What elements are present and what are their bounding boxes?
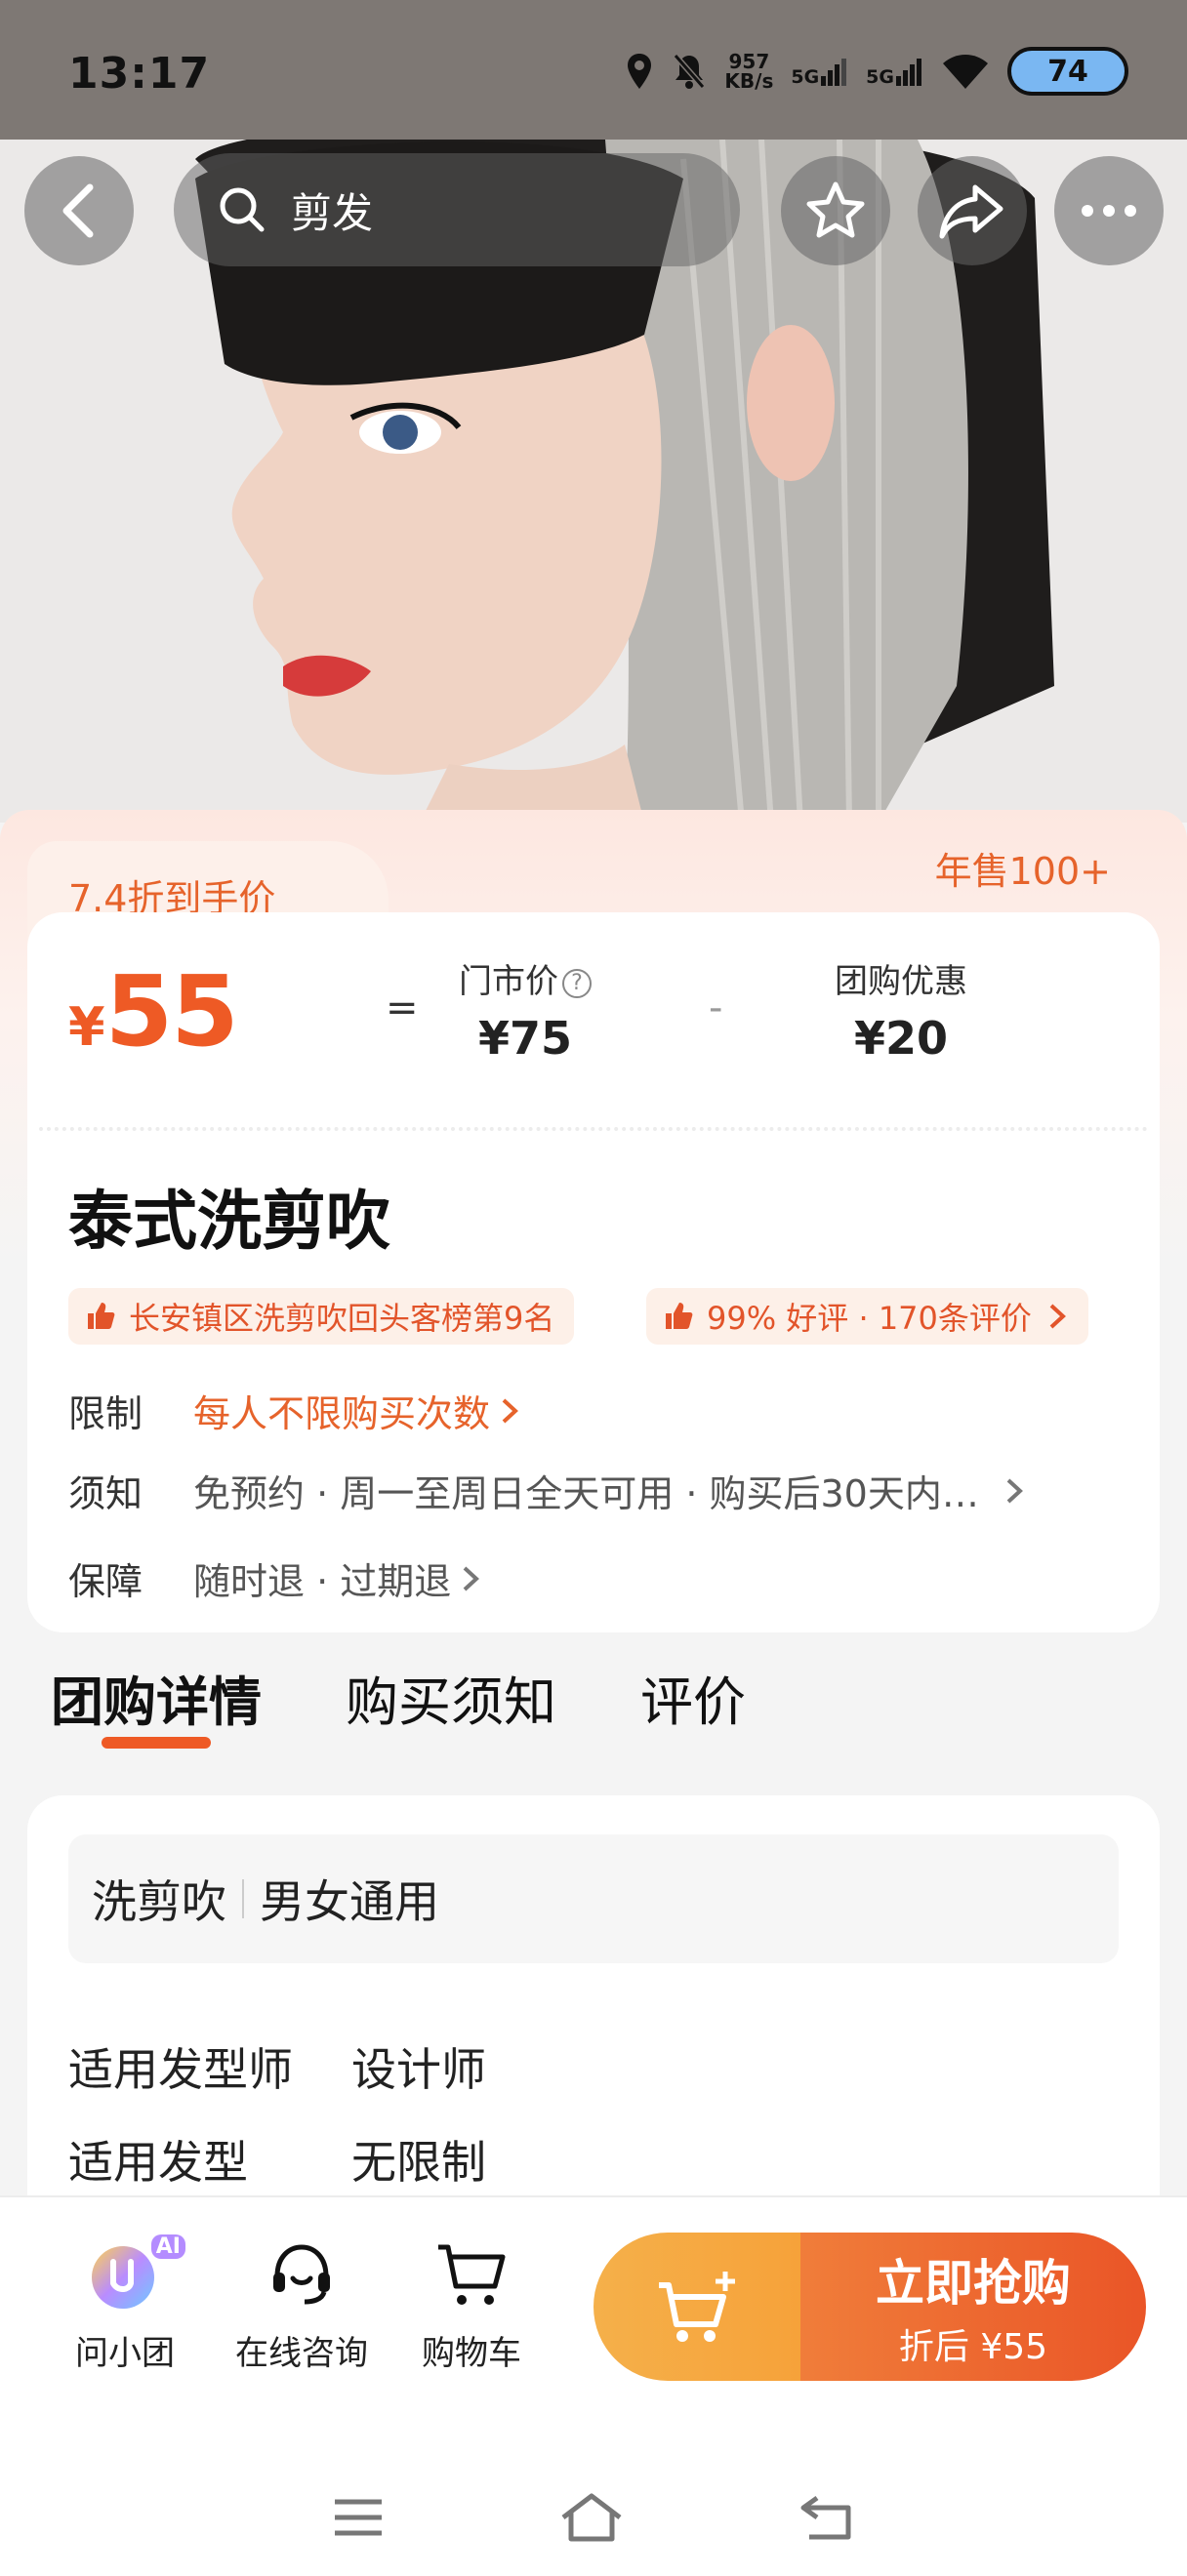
favorite-button[interactable] — [781, 156, 890, 265]
consult-label: 在线咨询 — [235, 2334, 368, 2373]
dotted-divider — [39, 1127, 1148, 1131]
minus-sign: - — [709, 986, 723, 1030]
equals-sign: = — [386, 986, 419, 1030]
headset-icon — [273, 2244, 330, 2305]
tab-purchase-notice[interactable]: 购买须知 — [346, 1659, 556, 1736]
chevron-left-icon — [62, 183, 94, 238]
tab-reviews[interactable]: 评价 — [640, 1659, 746, 1736]
search-bar[interactable]: 剪发 — [174, 153, 740, 266]
thumbs-up-icon — [88, 1303, 115, 1329]
active-tab-indicator — [102, 1737, 211, 1749]
buy-label: 立即抢购 — [876, 2255, 1071, 2312]
notice-row[interactable]: 须知 免预约 · 周一至周日全天可用 · 购买后30天内… — [68, 1464, 1026, 1517]
search-query: 剪发 — [291, 188, 374, 237]
menu-icon[interactable] — [331, 2496, 386, 2539]
add-to-cart-button[interactable] — [594, 2233, 800, 2381]
buy-now-button[interactable]: 立即抢购 折后 ¥55 — [594, 2233, 1146, 2381]
star-icon — [806, 181, 865, 238]
more-dots-icon — [1082, 205, 1136, 217]
search-icon — [220, 187, 265, 232]
thumbs-up-icon — [666, 1303, 693, 1329]
consult-button[interactable]: 在线咨询 — [230, 2234, 373, 2374]
purchase-button[interactable]: 立即抢购 折后 ¥55 — [800, 2233, 1146, 2381]
chevron-right-icon — [1049, 1304, 1066, 1329]
annual-sales: 年售100+ — [934, 850, 1111, 893]
buy-sub-label: 折后 ¥55 — [898, 2327, 1048, 2367]
chevron-right-icon — [1006, 1478, 1023, 1503]
service-gender: 男女通用 — [260, 1875, 439, 1928]
chevron-right-icon — [502, 1398, 518, 1423]
market-price: 门市价? ¥75 — [459, 954, 592, 1065]
back-nav-icon[interactable] — [798, 2492, 856, 2543]
shopping-cart-icon — [438, 2244, 506, 2305]
group-discount: 团购优惠 ¥20 — [835, 962, 967, 1065]
home-icon[interactable] — [559, 2492, 624, 2543]
net-speed: 957 KB/s — [724, 50, 774, 93]
ai-badge: AI — [150, 2234, 185, 2259]
help-icon[interactable]: ? — [562, 968, 592, 998]
assistant-button[interactable]: AI 问小团 — [66, 2234, 185, 2374]
share-button[interactable] — [918, 156, 1027, 265]
service-spec: 洗剪吹 男女通用 — [68, 1834, 1119, 1963]
final-price: ¥55 — [68, 954, 239, 1068]
detail-tabs: 团购详情 购买须知 评价 — [51, 1659, 746, 1736]
detail-row: 适用发型 无限制 — [68, 2136, 486, 2189]
tab-group-details[interactable]: 团购详情 — [51, 1659, 262, 1736]
rank-badge[interactable]: 长安镇区洗剪吹回头客榜第9名 — [68, 1288, 575, 1345]
chevron-right-icon — [463, 1566, 480, 1590]
cart-plus-icon — [659, 2272, 735, 2342]
guarantee-row[interactable]: 保障 随时退 · 过期退 — [68, 1551, 482, 1605]
detail-row: 适用发型师 设计师 — [68, 2043, 486, 2096]
more-button[interactable] — [1054, 156, 1164, 265]
service-name: 洗剪吹 — [92, 1875, 226, 1928]
system-nav-bar — [0, 2459, 1187, 2576]
divider — [242, 1879, 244, 1918]
wifi-icon — [941, 52, 990, 91]
battery-indicator: 74 — [1007, 47, 1128, 96]
status-bar: 13:17 957 KB/s 5G 5G 74 — [0, 0, 1187, 140]
status-time: 13:17 — [68, 49, 211, 99]
product-title: 泰式洗剪吹 — [68, 1184, 390, 1259]
location-icon — [625, 52, 654, 91]
limit-row[interactable]: 限制 每人不限购买次数 — [68, 1384, 521, 1437]
signal-2: 5G — [866, 57, 923, 87]
share-icon — [939, 184, 1003, 239]
status-icons: 957 KB/s 5G 5G 74 — [625, 47, 1128, 96]
review-badge[interactable]: 99% 好评 · 170条评价 — [646, 1288, 1088, 1345]
cart-label: 购物车 — [422, 2334, 521, 2373]
signal-1: 5G — [791, 57, 848, 87]
back-button[interactable] — [24, 156, 134, 265]
assistant-label: 问小团 — [75, 2334, 175, 2373]
mute-bell-icon — [672, 52, 707, 91]
cart-button[interactable]: 购物车 — [410, 2234, 533, 2374]
